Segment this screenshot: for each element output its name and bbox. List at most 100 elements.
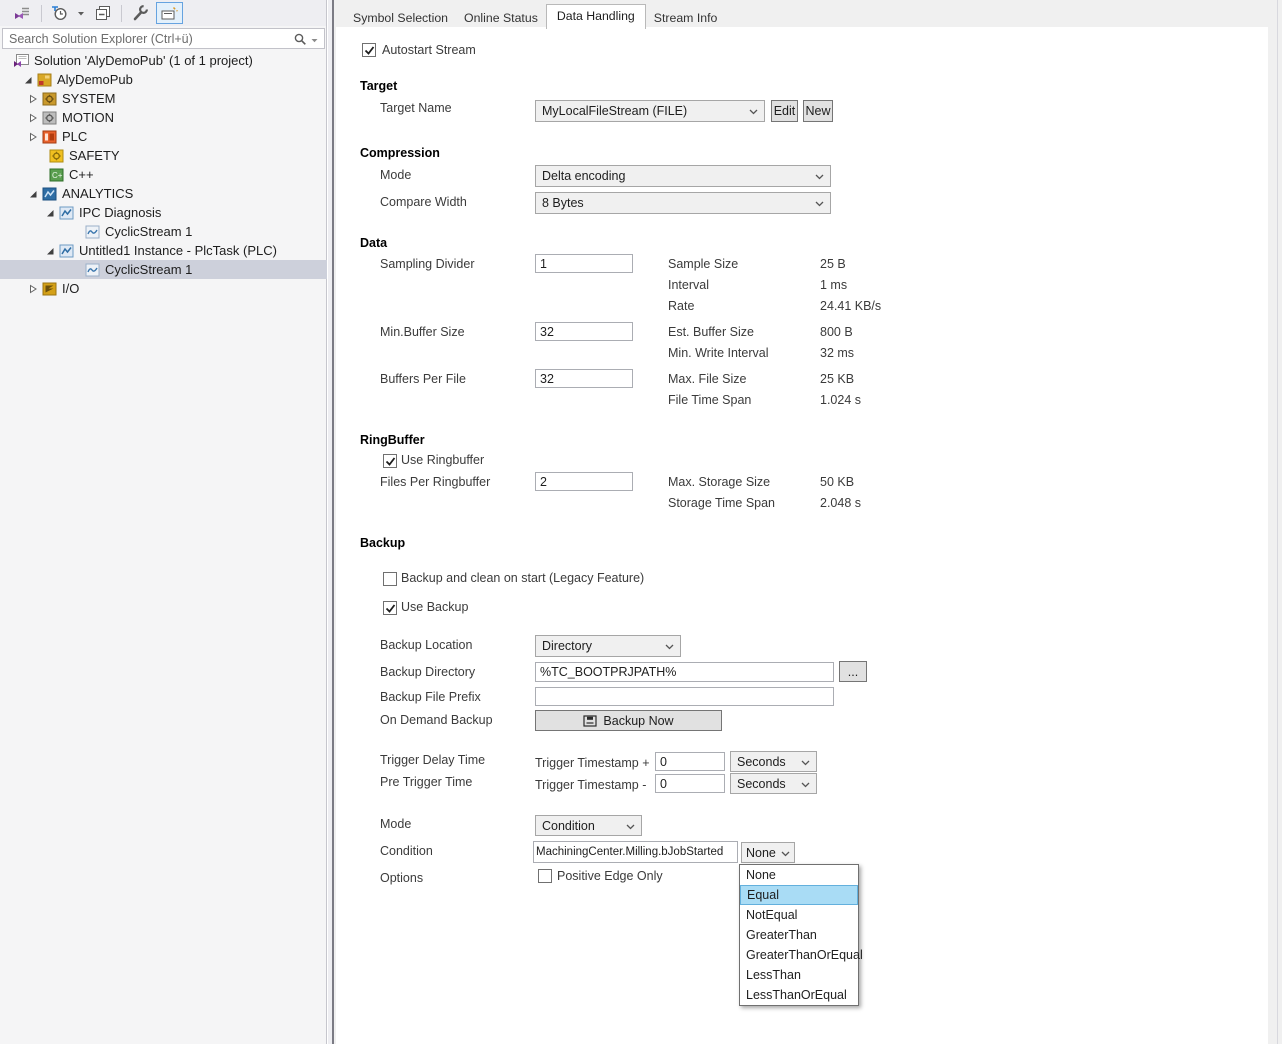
trigger-mode-combo[interactable]: Condition: [535, 815, 642, 836]
tree-item-label: I/O: [62, 281, 79, 296]
scrollbar-track-line: [1277, 0, 1278, 1044]
tree-item-label: IPC Diagnosis: [79, 205, 161, 220]
tree-item-label: CyclicStream 1: [105, 262, 192, 277]
storage-time-span-label: Storage Time Span: [668, 496, 775, 510]
sampling-divider-label: Sampling Divider: [380, 257, 474, 271]
tree-item-cpp[interactable]: C+ C++: [0, 165, 327, 184]
tree-item-label: SYSTEM: [62, 91, 115, 106]
dropdown-item-none[interactable]: None: [740, 865, 858, 885]
collapse-all-icon[interactable]: [92, 2, 114, 24]
condition-input[interactable]: [533, 841, 738, 863]
tree-item-analytics[interactable]: ANALYTICS: [0, 184, 327, 203]
chevron-down-icon[interactable]: [74, 2, 88, 24]
search-icon[interactable]: [293, 32, 307, 46]
compression-mode-combo[interactable]: Delta encoding: [535, 165, 831, 187]
target-name-combo[interactable]: MyLocalFileStream (FILE): [535, 100, 765, 122]
options-label: Options: [380, 871, 423, 885]
trigger-timestamp-minus-input[interactable]: [655, 774, 725, 793]
use-backup-checkbox[interactable]: [383, 601, 397, 615]
target-section-header: Target: [360, 79, 397, 93]
chevron-down-icon: [749, 104, 758, 118]
properties-wrench-icon[interactable]: [128, 2, 152, 24]
dropdown-item-equal[interactable]: Equal: [740, 885, 858, 905]
chevron-down-icon: [665, 639, 674, 653]
tree-item-untitled1-instance[interactable]: Untitled1 Instance - PlcTask (PLC): [0, 241, 327, 260]
max-storage-size-label: Max. Storage Size: [668, 475, 770, 489]
expander-collapsed-icon[interactable]: [29, 132, 41, 142]
search-input[interactable]: [3, 32, 293, 46]
use-ringbuffer-label: Use Ringbuffer: [401, 453, 484, 467]
tree-item-safety[interactable]: SAFETY: [0, 146, 327, 165]
expander-collapsed-icon[interactable]: [29, 113, 41, 123]
max-storage-size-value: 50 KB: [820, 475, 854, 489]
tree-item-system[interactable]: SYSTEM: [0, 89, 327, 108]
trigger-delay-time-label: Trigger Delay Time: [380, 753, 485, 767]
backup-clean-on-start-label: Backup and clean on start (Legacy Featur…: [401, 571, 644, 585]
tab-stream-info[interactable]: Stream Info: [646, 6, 726, 28]
expander-expanded-icon[interactable]: [46, 246, 58, 256]
expander-collapsed-icon[interactable]: [29, 94, 41, 104]
use-ringbuffer-checkbox[interactable]: [383, 454, 397, 468]
on-demand-backup-label: On Demand Backup: [380, 713, 493, 727]
sync-with-active-document-icon[interactable]: [10, 2, 34, 24]
min-buffer-size-input[interactable]: [535, 322, 633, 341]
tree-item-label: Solution 'AlyDemoPub' (1 of 1 project): [34, 53, 253, 68]
expander-collapsed-icon[interactable]: [29, 284, 41, 294]
rate-label: Rate: [668, 299, 694, 313]
use-backup-label: Use Backup: [401, 600, 468, 614]
solution-icon: [13, 53, 29, 68]
backup-directory-input[interactable]: [535, 662, 834, 682]
dropdown-item-lessthanorequal[interactable]: LessThanOrEqual: [740, 985, 858, 1005]
backup-now-button[interactable]: Backup Now: [535, 710, 722, 731]
buffers-per-file-input[interactable]: [535, 369, 633, 388]
interval-label: Interval: [668, 278, 709, 292]
trigger-timestamp-plus-input[interactable]: [655, 752, 725, 771]
trigger-delay-unit-combo[interactable]: Seconds: [730, 751, 817, 772]
chevron-down-icon: [815, 169, 824, 183]
backup-location-combo[interactable]: Directory: [535, 635, 681, 657]
sampling-divider-input[interactable]: [535, 254, 633, 273]
tab-symbol-selection[interactable]: Symbol Selection: [345, 6, 456, 28]
expander-expanded-icon[interactable]: [24, 75, 36, 85]
target-name-label: Target Name: [380, 101, 452, 115]
edit-button[interactable]: Edit: [771, 100, 798, 122]
autostart-stream-checkbox[interactable]: [362, 43, 376, 57]
positive-edge-only-checkbox[interactable]: [538, 869, 552, 883]
dropdown-item-greaterthan[interactable]: GreaterThan: [740, 925, 858, 945]
tree-item-alydemopub[interactable]: AlyDemoPub: [0, 70, 327, 89]
files-per-ringbuffer-input[interactable]: [535, 472, 633, 491]
dropdown-item-greaterthanorequal[interactable]: GreaterThanOrEqual: [740, 945, 858, 965]
tree-item-plc[interactable]: PLC: [0, 127, 327, 146]
preview-selected-items-icon[interactable]: [156, 2, 183, 24]
tab-data-handling[interactable]: Data Handling: [546, 4, 646, 29]
safety-icon: [48, 148, 64, 163]
backup-file-prefix-input[interactable]: [535, 687, 834, 706]
condition-operator-combo[interactable]: None: [741, 842, 795, 863]
pre-trigger-unit-combo[interactable]: Seconds: [730, 773, 817, 794]
expander-expanded-icon[interactable]: [29, 189, 41, 199]
tree-item-solution[interactable]: Solution 'AlyDemoPub' (1 of 1 project): [0, 51, 327, 70]
dropdown-item-lessthan[interactable]: LessThan: [740, 965, 858, 985]
compare-width-combo[interactable]: 8 Bytes: [535, 192, 831, 214]
browse-button[interactable]: ...: [839, 661, 867, 682]
chevron-down-icon: [801, 777, 810, 791]
pending-changes-filter-icon[interactable]: [48, 2, 70, 24]
expander-expanded-icon[interactable]: [46, 208, 58, 218]
interval-value: 1 ms: [820, 278, 847, 292]
condition-label: Condition: [380, 844, 433, 858]
search-options-caret-icon[interactable]: [311, 32, 318, 46]
tree-item-ipc-diagnosis[interactable]: IPC Diagnosis: [0, 203, 327, 222]
tree-item-cyclicstream-1-selected[interactable]: CyclicStream 1: [0, 260, 327, 279]
backup-clean-on-start-checkbox[interactable]: [383, 572, 397, 586]
tree-item-cyclicstream-1[interactable]: CyclicStream 1: [0, 222, 327, 241]
chevron-down-icon: [626, 819, 635, 833]
min-buffer-size-label: Min.Buffer Size: [380, 325, 465, 339]
tree-item-io[interactable]: I/O: [0, 279, 327, 298]
tab-online-status[interactable]: Online Status: [456, 6, 546, 28]
dropdown-item-notequal[interactable]: NotEqual: [740, 905, 858, 925]
max-file-size-value: 25 KB: [820, 372, 854, 386]
new-button[interactable]: New: [803, 100, 833, 122]
backup-file-prefix-label: Backup File Prefix: [380, 690, 481, 704]
tab-strip: Symbol Selection Online Status Data Hand…: [345, 4, 725, 28]
tree-item-motion[interactable]: MOTION: [0, 108, 327, 127]
